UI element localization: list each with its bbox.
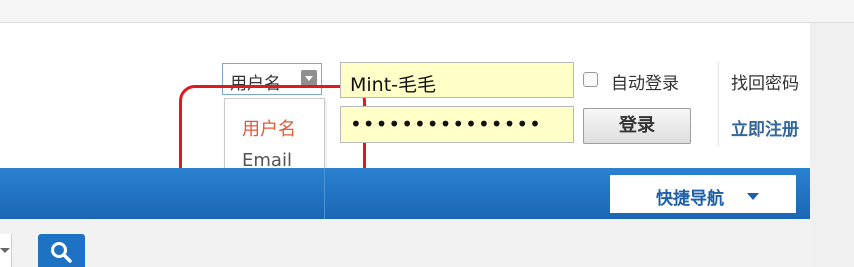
nav-divider <box>324 168 325 219</box>
forgot-password-link[interactable]: 找回密码 <box>731 69 799 94</box>
search-button[interactable] <box>38 234 85 267</box>
top-strip <box>0 0 854 23</box>
login-button[interactable]: 登录 <box>583 108 691 144</box>
divider <box>718 62 719 146</box>
search-scope-select[interactable] <box>0 234 12 267</box>
page-gutter <box>810 23 854 267</box>
chevron-down-icon <box>747 193 759 200</box>
username-input[interactable]: Mint-毛毛 <box>340 62 574 98</box>
chevron-down-icon[interactable] <box>301 70 317 86</box>
password-input[interactable]: ••••••••••••••• <box>340 106 574 143</box>
register-link[interactable]: 立即注册 <box>731 115 799 140</box>
search-row <box>0 219 810 267</box>
auto-login-label[interactable]: 自动登录 <box>611 69 679 94</box>
auto-login-checkbox[interactable] <box>583 72 598 87</box>
quick-nav-button[interactable]: 快捷导航 <box>610 175 796 213</box>
search-icon <box>51 242 72 263</box>
quick-nav-label: 快捷导航 <box>656 189 724 209</box>
